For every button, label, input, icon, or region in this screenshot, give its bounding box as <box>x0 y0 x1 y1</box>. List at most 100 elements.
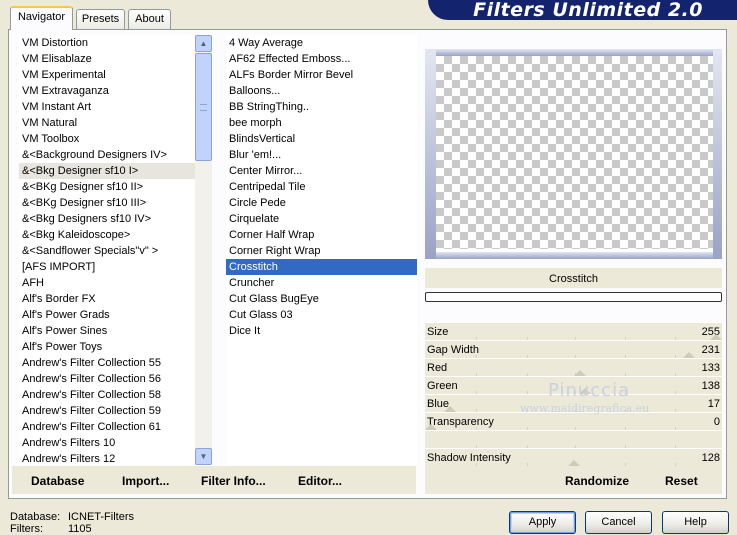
preview-border-top <box>425 49 722 56</box>
category-item[interactable]: Alf's Power Sines <box>19 323 195 339</box>
category-item[interactable]: Andrew's Filter Collection 58 <box>19 387 195 403</box>
filter-item[interactable]: Corner Half Wrap <box>226 227 417 243</box>
category-item[interactable]: Andrew's Filter Collection 56 <box>19 371 195 387</box>
category-item[interactable]: &<Background Designers IV> <box>19 147 195 163</box>
reset-button[interactable]: Reset <box>665 474 698 488</box>
preview-border-right <box>713 49 722 259</box>
category-item[interactable]: Andrew's Filter Collection 59 <box>19 403 195 419</box>
filter-item[interactable]: ALFs Border Mirror Bevel <box>226 67 417 83</box>
category-item[interactable]: Alf's Power Grads <box>19 307 195 323</box>
filters-info: Filters: 1105 <box>10 523 92 535</box>
preview-border-left <box>425 49 436 259</box>
database-label: Database: <box>10 511 61 523</box>
watermark-url: www.maidiregrafica.eu <box>520 402 650 415</box>
preview-image <box>436 56 713 249</box>
filter-item[interactable]: BB StringThing.. <box>226 99 417 115</box>
param-name: Shadow Intensity <box>427 452 511 464</box>
param-row[interactable]: Size 255 <box>425 322 722 340</box>
category-item[interactable]: Andrew's Filters 10 <box>19 435 195 451</box>
scroll-up-button[interactable]: ▲ <box>195 35 212 52</box>
filter-item[interactable]: Dice It <box>226 323 417 339</box>
category-item[interactable]: Andrew's Filter Collection 61 <box>19 419 195 435</box>
category-item[interactable]: &<Bkg Designer sf10 I> <box>19 163 195 179</box>
param-row[interactable] <box>425 430 722 448</box>
watermark-name: Pinuccia <box>548 380 631 401</box>
category-item[interactable]: VM Elisablaze <box>19 51 195 67</box>
param-name: Size <box>427 326 449 338</box>
category-item[interactable]: VM Instant Art <box>19 99 195 115</box>
param-value: 133 <box>701 362 720 374</box>
category-item[interactable]: Andrew's Filters 12 <box>19 451 195 465</box>
cancel-button[interactable]: Cancel <box>585 511 652 534</box>
app-title: Filters Unlimited 2.0 <box>473 0 703 21</box>
filter-item[interactable]: Corner Right Wrap <box>226 243 417 259</box>
category-item[interactable]: VM Toolbox <box>19 131 195 147</box>
filter-info-button[interactable]: Filter Info... <box>201 474 266 488</box>
filter-item[interactable]: 4 Way Average <box>226 35 417 51</box>
filter-item[interactable]: Cut Glass BugEye <box>226 291 417 307</box>
filter-item[interactable]: AF62 Effected Emboss... <box>226 51 417 67</box>
import-button[interactable]: Import... <box>122 474 169 488</box>
category-item[interactable]: Andrew's Filter Collection 55 <box>19 355 195 371</box>
filters-count: 1105 <box>68 523 92 535</box>
category-item[interactable]: &<Bkg Kaleidoscope> <box>19 227 195 243</box>
filter-item[interactable]: Blur 'em!... <box>226 147 417 163</box>
preview-frame <box>425 49 722 259</box>
filters-label: Filters: <box>10 523 43 535</box>
apply-button[interactable]: Apply <box>509 511 576 534</box>
randomize-button[interactable]: Randomize <box>565 474 629 488</box>
filter-item[interactable]: Cirquelate <box>226 211 417 227</box>
param-actions-bar: Randomize Reset <box>425 466 722 494</box>
filter-item[interactable]: Crosstitch <box>226 259 417 275</box>
category-item[interactable]: &<BKg Designer sf10 III> <box>19 195 195 211</box>
filter-item[interactable]: Balloons... <box>226 83 417 99</box>
param-value: 231 <box>701 344 720 356</box>
filter-item[interactable]: Cut Glass 03 <box>226 307 417 323</box>
filter-item[interactable]: Circle Pede <box>226 195 417 211</box>
selected-filter-name: Crosstitch <box>425 268 722 288</box>
preview-border-bottom <box>425 252 722 259</box>
category-item[interactable]: VM Experimental <box>19 67 195 83</box>
tab-about[interactable]: About <box>128 9 171 29</box>
scroll-thumb[interactable] <box>195 53 212 161</box>
list-actions-bar: Database Import... Filter Info... Editor… <box>12 466 416 494</box>
filter-item[interactable]: Center Mirror... <box>226 163 417 179</box>
param-name: Green <box>427 380 458 392</box>
category-item[interactable]: &<Bkg Designers sf10 IV> <box>19 211 195 227</box>
progress-bar <box>425 292 722 302</box>
app-title-banner: Filters Unlimited 2.0 <box>428 0 737 20</box>
param-name: Red <box>427 362 448 374</box>
category-item[interactable]: VM Extravaganza <box>19 83 195 99</box>
category-item[interactable]: VM Distortion <box>19 35 195 51</box>
category-item[interactable]: Alf's Power Toys <box>19 339 195 355</box>
editor-button[interactable]: Editor... <box>298 474 342 488</box>
param-row[interactable]: Red 133 <box>425 358 722 376</box>
category-item[interactable]: &<Sandflower Specials"v" > <box>19 243 195 259</box>
category-item[interactable]: &<BKg Designer sf10 II> <box>19 179 195 195</box>
filter-item[interactable]: Centripedal Tile <box>226 179 417 195</box>
category-item[interactable]: AFH <box>19 275 195 291</box>
tab-navigator[interactable]: Navigator <box>10 6 73 30</box>
param-row[interactable]: Gap Width 231 <box>425 340 722 358</box>
scroll-down-button[interactable]: ▼ <box>195 448 212 465</box>
grip-icon <box>200 104 207 111</box>
help-button[interactable]: Help <box>662 511 729 534</box>
category-item[interactable]: VM Natural <box>19 115 195 131</box>
category-item[interactable]: [AFS IMPORT] <box>19 259 195 275</box>
tab-presets[interactable]: Presets <box>76 9 125 29</box>
filter-list[interactable]: 4 Way Average AF62 Effected Emboss... ALFs… <box>226 35 417 465</box>
filter-item[interactable]: Cruncher <box>226 275 417 291</box>
filter-item[interactable]: bee morph <box>226 115 417 131</box>
param-value: 17 <box>707 398 720 410</box>
param-row[interactable]: Shadow Intensity 128 <box>425 448 722 466</box>
param-value: 128 <box>701 452 720 464</box>
param-value: 138 <box>701 380 720 392</box>
database-button[interactable]: Database <box>31 474 84 488</box>
filter-item[interactable]: BlindsVertical <box>226 131 417 147</box>
arrow-down-icon: ▼ <box>199 452 208 461</box>
category-list[interactable]: VM Distortion VM Elisablaze VM Experimenta… <box>19 35 195 465</box>
category-item[interactable]: Alf's Border FX <box>19 291 195 307</box>
category-scrollbar[interactable]: ▲ ▼ <box>195 35 212 465</box>
param-name: Gap Width <box>427 344 479 356</box>
arrow-up-icon: ▲ <box>199 39 208 48</box>
